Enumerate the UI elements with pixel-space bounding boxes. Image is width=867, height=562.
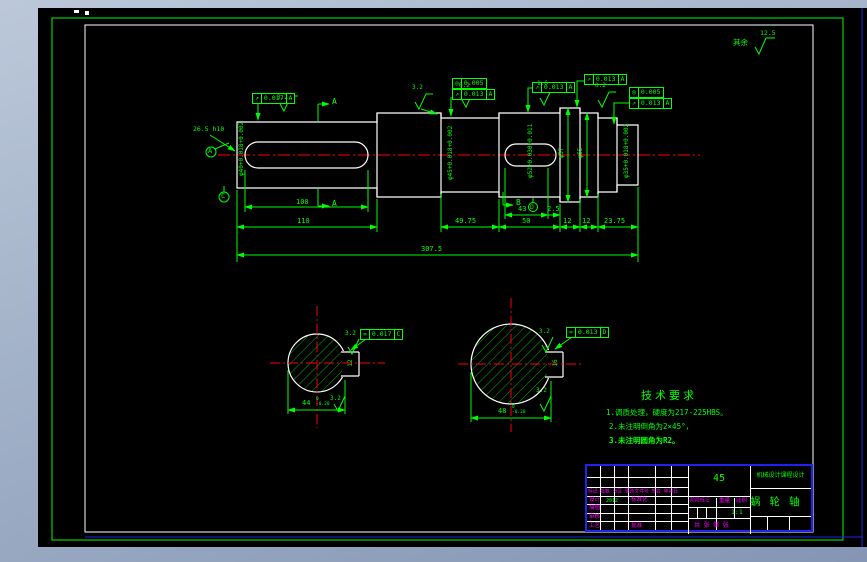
- tech-req-line3: 3.未注明圆角为R2。: [609, 436, 680, 445]
- dia-label-57: φ57: [558, 147, 565, 159]
- tb-part-name: 蜗轮轴: [750, 496, 809, 508]
- roughness-value: 3.2: [345, 330, 356, 337]
- tolerance-frame: ↗ 0.013 A: [452, 89, 496, 100]
- tolerance-frame: = 0.017 C: [360, 329, 404, 340]
- dim-49-75: 49.75: [455, 217, 477, 225]
- tb-row-trace: 描图: [589, 505, 601, 511]
- stamp-roughness-value: 12.5: [760, 29, 776, 37]
- dia-label-52: φ52+0.030+0.011: [527, 123, 534, 178]
- dim-100: 100: [296, 198, 309, 206]
- stamp-label: 其余: [733, 38, 748, 47]
- dim-12b: 12: [582, 217, 591, 225]
- tb-scale-value: 1:1: [731, 508, 743, 516]
- tb-weight-label: 重量: [719, 498, 731, 504]
- dia-label-45: φ45+0.018+0.002: [447, 125, 454, 180]
- tb-material: 45: [712, 473, 726, 484]
- keyway-width-a: 12: [347, 359, 354, 367]
- dim-23-75: 23.75: [604, 217, 626, 225]
- sec-b-width: 48: [498, 407, 507, 415]
- dim-left-label: 26.5 h10: [193, 125, 225, 133]
- section-letter-a-bottom: A: [332, 199, 337, 208]
- tb-stage-label: 阶段标记: [690, 498, 710, 504]
- tech-req-line1: 1.调质处理，硬度为217-225HBS。: [606, 408, 728, 417]
- roughness-value: 3.2: [412, 84, 423, 91]
- section-letter-b: B: [516, 198, 521, 207]
- tb-row-design: 设计: [589, 497, 601, 503]
- keyway-width-b: 16: [552, 359, 559, 367]
- dim-12a: 12: [563, 217, 572, 225]
- tb-date: 2012: [606, 498, 619, 504]
- tb-header-row: 标记 处数 分区 更改文件号 签名 年月日: [588, 489, 678, 495]
- roughness-value: 3.2: [330, 395, 341, 402]
- tech-req-title: 技术要求: [641, 389, 697, 402]
- tb-sheet-label: 共 张 第 张: [694, 522, 729, 529]
- tolerance-frame: = 0.013 D: [566, 327, 610, 338]
- section-view-a: [270, 306, 385, 428]
- sec-a-width: 44: [302, 399, 311, 407]
- roughness-value: 0.2: [459, 82, 470, 89]
- dim-50: 50: [522, 217, 531, 225]
- dim-43: 43: [518, 205, 527, 213]
- roughness-value: 3.2: [277, 94, 288, 101]
- tb-org: 机械设计课程设计: [756, 472, 805, 479]
- dia-label-35: φ35+0.018+0.002: [623, 123, 630, 178]
- roughness-value: 0.2: [595, 82, 606, 89]
- section-letter-a-top: A: [332, 97, 337, 106]
- datum-d: D: [530, 203, 534, 211]
- datum-c: C: [221, 192, 226, 200]
- tolerance-frame: ◎ 0.005: [629, 87, 664, 98]
- cad-viewer-window: 其余 12.5 ↗ 0.017 A ◎ 0.005 ↗ 0.013 A ↗ 0.013 A ↗…: [0, 0, 867, 562]
- tb-approve-label: 批准: [631, 523, 643, 529]
- dim-total: 307.5: [421, 245, 443, 253]
- datum-a: A: [208, 147, 213, 155]
- tb-std-label: 标准化: [631, 497, 648, 503]
- tolerance-frame: ↗ 0.013 A: [629, 98, 673, 109]
- dia-label-40: φ40+0.018+0.002: [238, 121, 245, 176]
- dia-label-55: φ55: [577, 147, 584, 159]
- roughness-value: 1.6: [537, 80, 548, 87]
- dim-110: 110: [297, 217, 310, 225]
- roughness-value: 3.2: [539, 328, 550, 335]
- tb-scale-label: 比例: [736, 498, 748, 504]
- tb-row-process: 工艺: [589, 523, 601, 529]
- tech-req-line2: 2.未注明倒角为2×45°，: [609, 422, 694, 431]
- tolerance-frame: ↗ 0.017 A: [252, 93, 296, 104]
- title-block: 标记 处数 分区 更改文件号 签名 年月日 设计 描图 审核 工艺 标准化 批准…: [585, 464, 813, 534]
- tb-row-check: 审核: [589, 514, 601, 520]
- roughness-value: 3.2: [536, 387, 547, 394]
- dimension-lines: [205, 37, 775, 262]
- dim-2-5: 2.5: [547, 205, 560, 213]
